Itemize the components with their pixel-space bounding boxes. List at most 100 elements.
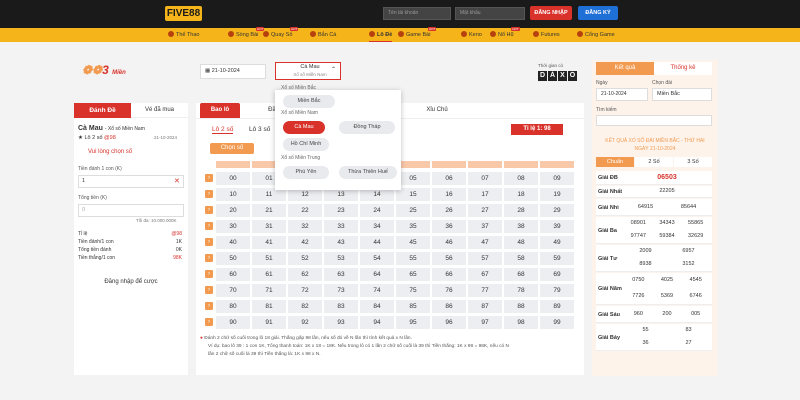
nav-item-7[interactable]: Nổ Hũ HOT — [490, 27, 520, 42]
number-cell[interactable]: 06 — [432, 172, 466, 185]
nav-item-9[interactable]: Cổng Game — [577, 28, 615, 42]
tab-bao-lo[interactable]: Bao lô — [200, 103, 240, 118]
number-cell[interactable]: 17 — [468, 188, 502, 201]
number-cell[interactable]: 44 — [360, 236, 394, 249]
number-cell[interactable]: 28 — [504, 204, 538, 217]
number-cell[interactable]: 58 — [504, 252, 538, 265]
site-logo[interactable]: FIVE88 — [165, 6, 202, 21]
number-cell[interactable]: 71 — [252, 284, 286, 297]
number-cell[interactable]: 32 — [288, 220, 322, 233]
number-cell[interactable]: 51 — [252, 252, 286, 265]
number-cell[interactable]: 96 — [432, 316, 466, 329]
number-cell[interactable]: 00 — [216, 172, 250, 185]
number-cell[interactable]: 83 — [324, 300, 358, 313]
number-cell[interactable]: 99 — [540, 316, 574, 329]
region-option[interactable]: Phú Yên — [283, 166, 329, 179]
number-cell[interactable]: 23 — [324, 204, 358, 217]
number-cell[interactable]: 38 — [504, 220, 538, 233]
number-cell[interactable]: 57 — [468, 252, 502, 265]
number-cell[interactable]: 50 — [216, 252, 250, 265]
result-date-select[interactable]: 21-10-2024 — [596, 88, 648, 101]
number-cell[interactable]: 29 — [540, 204, 574, 217]
number-cell[interactable]: 18 — [504, 188, 538, 201]
number-cell[interactable]: 65 — [396, 268, 430, 281]
number-cell[interactable]: 77 — [468, 284, 502, 297]
region-option[interactable]: Hồ Chí Minh — [283, 138, 329, 151]
number-cell[interactable]: 86 — [432, 300, 466, 313]
number-cell[interactable]: 46 — [432, 236, 466, 249]
date-select[interactable]: ▦ 21-10-2024 — [200, 64, 266, 79]
number-cell[interactable]: 34 — [360, 220, 394, 233]
row-select-arrow-icon[interactable]: › — [205, 302, 213, 310]
number-cell[interactable]: 42 — [288, 236, 322, 249]
mode-tab[interactable]: 3 Số — [674, 157, 712, 167]
number-cell[interactable]: 56 — [432, 252, 466, 265]
number-cell[interactable]: 27 — [468, 204, 502, 217]
number-cell[interactable]: 47 — [468, 236, 502, 249]
nav-item-4[interactable]: Lô Đề — [369, 28, 393, 42]
number-cell[interactable]: 08 — [504, 172, 538, 185]
number-cell[interactable]: 73 — [324, 284, 358, 297]
number-cell[interactable]: 39 — [540, 220, 574, 233]
number-cell[interactable]: 88 — [504, 300, 538, 313]
number-cell[interactable]: 40 — [216, 236, 250, 249]
mode-tab[interactable]: 2 Số — [635, 157, 673, 167]
per-bet-input[interactable]: 1 — [78, 175, 184, 188]
number-cell[interactable]: 61 — [252, 268, 286, 281]
number-cell[interactable]: 10 — [216, 188, 250, 201]
number-cell[interactable]: 90 — [216, 316, 250, 329]
region-option[interactable]: Thừa Thiên Huế — [339, 166, 397, 179]
row-select-arrow-icon[interactable]: › — [205, 190, 213, 198]
number-cell[interactable]: 53 — [324, 252, 358, 265]
row-select-arrow-icon[interactable]: › — [205, 270, 213, 278]
search-input[interactable] — [596, 115, 712, 126]
row-select-arrow-icon[interactable]: › — [205, 206, 213, 214]
nav-item-5[interactable]: Game Bài HOT — [398, 27, 437, 42]
number-cell[interactable]: 85 — [396, 300, 430, 313]
nav-item-1[interactable]: Sòng Bài HOT — [228, 27, 265, 42]
number-cell[interactable]: 93 — [324, 316, 358, 329]
nav-item-6[interactable]: Keno — [461, 28, 482, 42]
tab-ve-da-mua[interactable]: Vé đã mua — [131, 103, 188, 118]
region-option[interactable]: Đồng Tháp — [339, 121, 395, 134]
number-cell[interactable]: 33 — [324, 220, 358, 233]
number-cell[interactable]: 25 — [396, 204, 430, 217]
number-cell[interactable]: 62 — [288, 268, 322, 281]
number-cell[interactable]: 48 — [504, 236, 538, 249]
nav-item-2[interactable]: Quay Số HOT — [263, 27, 299, 42]
number-cell[interactable]: 16 — [432, 188, 466, 201]
result-region-select[interactable]: Miền Bắc — [652, 88, 712, 101]
tab-danh-de[interactable]: Đánh Đề — [74, 103, 131, 118]
number-cell[interactable]: 19 — [540, 188, 574, 201]
number-cell[interactable]: 26 — [432, 204, 466, 217]
number-cell[interactable]: 68 — [504, 268, 538, 281]
number-cell[interactable]: 98 — [504, 316, 538, 329]
row-select-arrow-icon[interactable]: › — [205, 318, 213, 326]
clear-icon[interactable]: ✕ — [174, 177, 180, 185]
row-select-arrow-icon[interactable]: › — [205, 174, 213, 182]
password-input[interactable]: Mật khẩu — [455, 7, 525, 20]
number-cell[interactable]: 09 — [540, 172, 574, 185]
number-cell[interactable]: 80 — [216, 300, 250, 313]
number-cell[interactable]: 87 — [468, 300, 502, 313]
tab-ket-qua[interactable]: Kết quả — [596, 62, 654, 75]
number-cell[interactable]: 37 — [468, 220, 502, 233]
choose-number-button[interactable]: Chọn số — [210, 143, 254, 154]
tab-xiu-chu[interactable]: Xỉu Chủ — [420, 103, 454, 118]
number-cell[interactable]: 45 — [396, 236, 430, 249]
login-button[interactable]: ĐĂNG NHẬP — [530, 6, 572, 20]
number-cell[interactable]: 81 — [252, 300, 286, 313]
number-cell[interactable]: 36 — [432, 220, 466, 233]
tab-thong-ke[interactable]: Thống kê — [654, 62, 712, 75]
number-cell[interactable]: 05 — [396, 172, 430, 185]
nav-item-0[interactable]: Thể Thao — [168, 28, 199, 42]
number-cell[interactable]: 60 — [216, 268, 250, 281]
number-cell[interactable]: 94 — [360, 316, 394, 329]
number-cell[interactable]: 72 — [288, 284, 322, 297]
number-cell[interactable]: 79 — [540, 284, 574, 297]
login-note[interactable]: Đăng nhập để cược — [74, 279, 188, 285]
region-option[interactable]: Miền Bắc — [283, 95, 335, 108]
number-cell[interactable]: 95 — [396, 316, 430, 329]
nav-item-8[interactable]: Futures — [533, 28, 560, 42]
number-cell[interactable]: 82 — [288, 300, 322, 313]
